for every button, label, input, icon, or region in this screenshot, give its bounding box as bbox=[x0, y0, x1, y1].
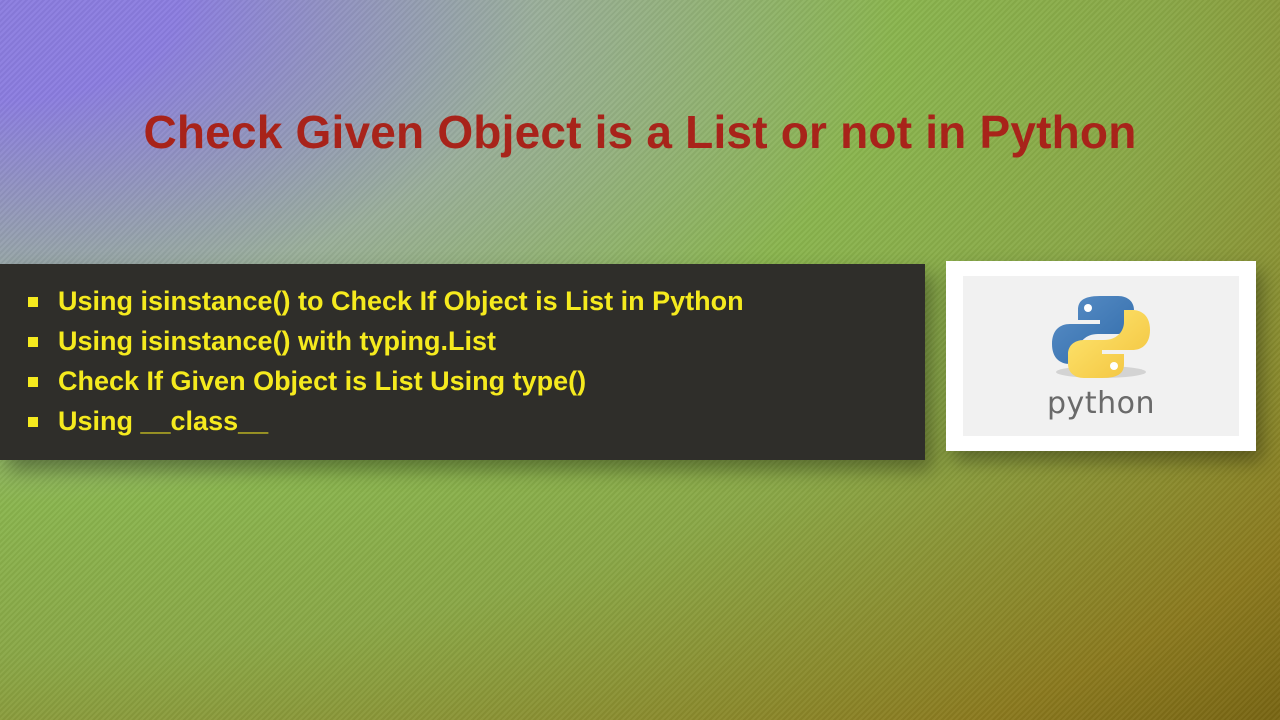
python-logo-inner: python bbox=[963, 276, 1239, 436]
bullet-item: Using isinstance() to Check If Object is… bbox=[18, 282, 905, 322]
bullet-item: Using isinstance() with typing.List bbox=[18, 322, 905, 362]
python-logo-icon bbox=[1036, 292, 1166, 382]
python-logo-card: python bbox=[946, 261, 1256, 451]
bullet-item: Check If Given Object is List Using type… bbox=[18, 362, 905, 402]
bullet-panel: Using isinstance() to Check If Object is… bbox=[0, 264, 925, 460]
bullet-item: Using __class__ bbox=[18, 402, 905, 442]
slide-title: Check Given Object is a List or not in P… bbox=[0, 105, 1280, 159]
bullet-list: Using isinstance() to Check If Object is… bbox=[18, 282, 905, 442]
python-logo-caption: python bbox=[1047, 386, 1155, 421]
